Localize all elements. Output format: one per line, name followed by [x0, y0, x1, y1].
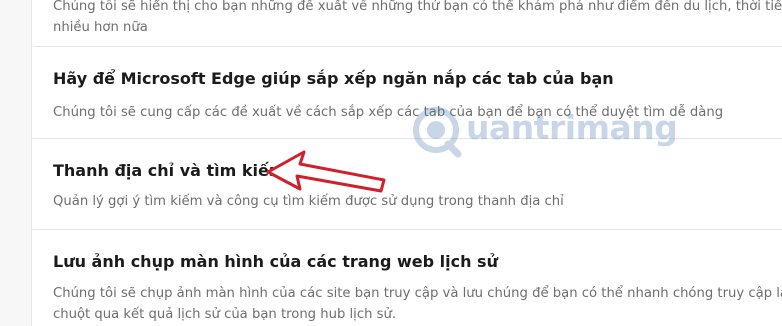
- settings-row-organize-tabs[interactable]: Hãy để Microsoft Edge giúp sắp xếp ngăn …: [33, 47, 782, 139]
- desc-line: Chúng tôi sẽ chụp ảnh màn hình của các s…: [53, 286, 782, 301]
- desc-line: Chúng tôi sẽ hiển thị cho bạn những đề x…: [53, 0, 782, 14]
- settings-sidebar-edge: [0, 0, 32, 326]
- row-description: Chúng tôi sẽ chụp ảnh màn hình của các s…: [53, 283, 782, 325]
- settings-row-travel-suggestions[interactable]: Chúng tôi sẽ hiển thị cho bạn những đề x…: [33, 0, 782, 47]
- desc-line: chuột qua kết quả lịch sử của bạn trong …: [53, 307, 397, 322]
- row-title: Hãy để Microsoft Edge giúp sắp xếp ngăn …: [53, 69, 614, 88]
- row-description: Quản lý gợi ý tìm kiếm và công cụ tìm ki…: [53, 191, 564, 212]
- row-title: Lưu ảnh chụp màn hình của các trang web …: [53, 252, 498, 271]
- desc-line: Chúng tôi sẽ cung cấp các đề xuất về các…: [53, 105, 724, 120]
- desc-line: nhiều hơn nữa: [53, 20, 148, 35]
- row-description: Chúng tôi sẽ hiển thị cho bạn những đề x…: [53, 0, 782, 38]
- settings-row-address-bar-search[interactable]: Thanh địa chỉ và tìm kiếm Quản lý gợi ý …: [33, 139, 782, 230]
- settings-row-history-screenshots[interactable]: Lưu ảnh chụp màn hình của các trang web …: [33, 230, 782, 326]
- desc-line: Quản lý gợi ý tìm kiếm và công cụ tìm ki…: [53, 194, 564, 209]
- settings-page: Chúng tôi sẽ hiển thị cho bạn những đề x…: [0, 0, 782, 326]
- row-title: Thanh địa chỉ và tìm kiếm: [53, 161, 286, 180]
- row-description: Chúng tôi sẽ cung cấp các đề xuất về các…: [53, 102, 723, 123]
